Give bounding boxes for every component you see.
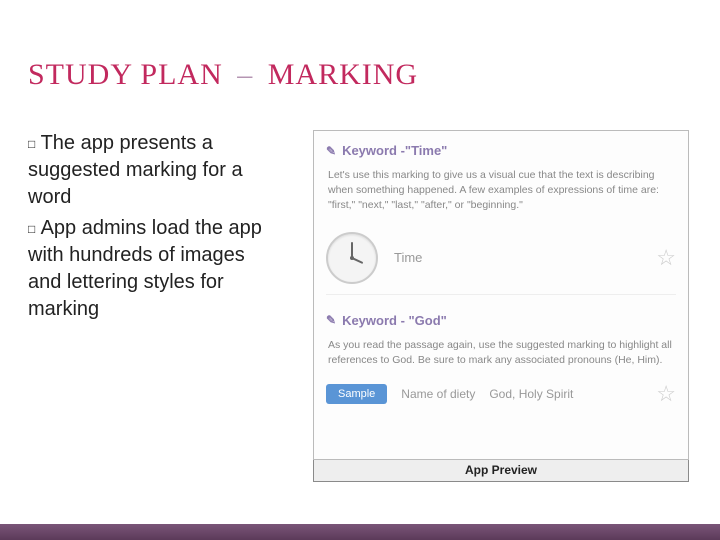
- slide-title: STUDY PLAN – MARKING: [28, 58, 418, 92]
- edit-icon[interactable]: ✎: [326, 144, 336, 158]
- marking-row[interactable]: Time ☆: [326, 228, 676, 295]
- bullet-item: □ App admins load the app with hundreds …: [28, 215, 278, 323]
- clock-icon: [326, 232, 378, 284]
- footer-bar: [0, 524, 720, 540]
- preview-caption: App Preview: [313, 460, 689, 482]
- bullet-item: □ The app presents a suggested marking f…: [28, 130, 278, 211]
- title-part1: STUDY PLAN: [28, 58, 223, 91]
- sample-row: Sample Name of diety God, Holy Spirit ☆: [326, 384, 676, 404]
- keyword-description: Let's use this marking to give us a visu…: [328, 168, 674, 214]
- keyword-description: As you read the passage again, use the s…: [328, 338, 674, 368]
- keyword-header: ✎ Keyword -"Time": [326, 143, 676, 158]
- app-preview: ✎ Keyword -"Time" Let's use this marking…: [313, 130, 689, 482]
- sample-button[interactable]: Sample: [326, 384, 387, 404]
- bullet-text: App admins load the app with hundreds of…: [28, 217, 262, 320]
- bullet-list: □ The app presents a suggested marking f…: [28, 130, 278, 327]
- title-part2: MARKING: [268, 58, 418, 91]
- marking-label: Time: [394, 250, 422, 265]
- tag-label: Name of diety: [401, 387, 475, 401]
- bullet-text: The app presents a suggested marking for…: [28, 132, 243, 208]
- keyword-heading: Keyword -"Time": [342, 143, 447, 158]
- keyword-header: ✎ Keyword - "God": [326, 313, 676, 328]
- tag-label: God, Holy Spirit: [489, 387, 573, 401]
- edit-icon[interactable]: ✎: [326, 313, 336, 327]
- star-icon[interactable]: ☆: [656, 245, 676, 271]
- keyword-heading: Keyword - "God": [342, 313, 447, 328]
- star-icon[interactable]: ☆: [656, 381, 676, 407]
- title-dash: –: [237, 58, 253, 91]
- preview-panel: ✎ Keyword -"Time" Let's use this marking…: [313, 130, 689, 460]
